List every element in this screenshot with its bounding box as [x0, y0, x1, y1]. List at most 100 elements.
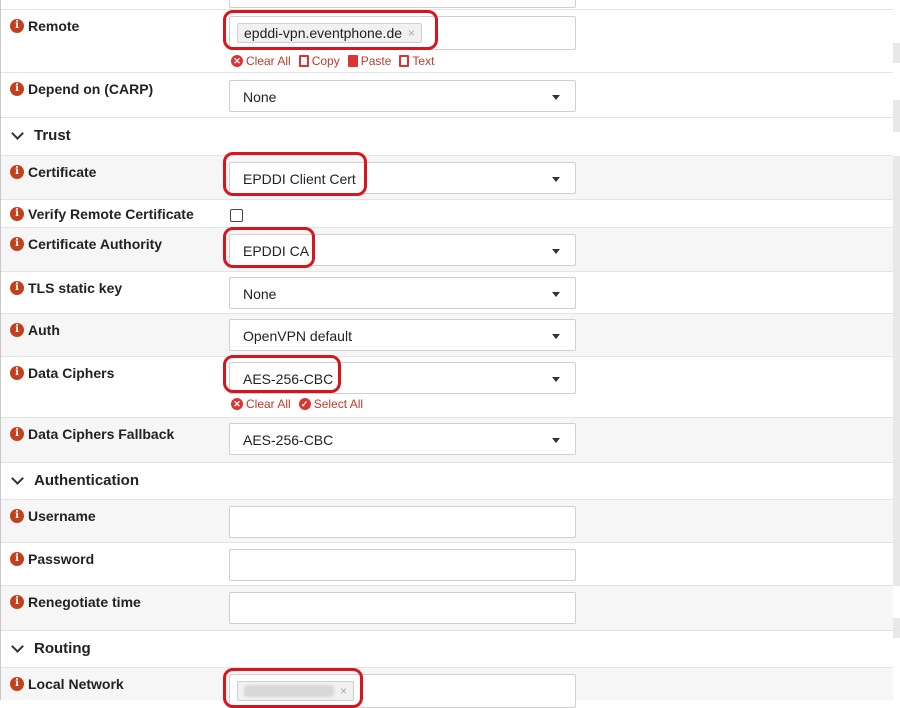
username-input[interactable]	[229, 506, 576, 538]
info-icon[interactable]: i	[10, 677, 24, 691]
info-icon[interactable]: i	[10, 237, 24, 251]
data-ciphers-actions: ✕ Clear All ✓ Select All	[231, 397, 363, 411]
select-all-ciphers-button[interactable]: ✓ Select All	[298, 397, 364, 411]
caret-down-icon	[552, 334, 560, 339]
tls-key-label-text: TLS static key	[28, 280, 123, 296]
remote-label: i Remote	[10, 18, 79, 34]
chevron-down-icon	[11, 472, 24, 485]
previous-row	[1, 0, 893, 9]
tls-key-value: None	[243, 286, 277, 302]
text-file-icon	[399, 55, 410, 67]
clear-all-ciphers-label: Clear All	[246, 397, 291, 411]
clear-all-label: Clear All	[246, 54, 291, 68]
remote-token: epddi-vpn.eventphone.de ×	[237, 23, 423, 43]
info-icon[interactable]: i	[10, 19, 24, 33]
info-icon[interactable]: i	[10, 366, 24, 380]
copy-icon	[298, 55, 309, 67]
info-icon[interactable]: i	[10, 323, 24, 337]
section-routing-label: Routing	[34, 640, 91, 657]
caret-down-icon	[552, 292, 560, 297]
auth-label-text: Auth	[28, 322, 60, 338]
username-label-text: Username	[28, 508, 96, 524]
remove-token-icon[interactable]: ×	[340, 682, 347, 700]
verify-remote-checkbox[interactable]	[230, 209, 243, 222]
paste-label: Paste	[360, 54, 392, 68]
paste-icon	[347, 55, 358, 67]
auth-value: OpenVPN default	[243, 328, 352, 344]
info-icon[interactable]: i	[10, 595, 24, 609]
depend-on-select[interactable]: None	[229, 80, 576, 112]
clear-all-button[interactable]: ✕ Clear All	[231, 54, 291, 68]
paste-button[interactable]: Paste	[347, 54, 392, 68]
verify-remote-label-text: Verify Remote Certificate	[28, 206, 194, 222]
info-icon[interactable]: i	[10, 281, 24, 295]
renegotiate-input[interactable]	[229, 592, 576, 624]
password-label: i Password	[10, 551, 94, 567]
previous-control[interactable]	[229, 0, 576, 8]
row-local-network: i Local Network ×	[1, 667, 893, 708]
row-password: i Password	[1, 542, 893, 585]
section-routing-title: Routing	[11, 640, 91, 657]
cert-authority-label-text: Certificate Authority	[28, 236, 163, 252]
data-ciphers-fallback-label-text: Data Ciphers Fallback	[28, 426, 175, 442]
remove-token-icon[interactable]: ×	[408, 24, 415, 42]
local-network-token: ×	[237, 681, 355, 701]
copy-button[interactable]: Copy	[298, 54, 340, 68]
right-gutter	[893, 0, 900, 700]
clear-all-ciphers-button[interactable]: ✕ Clear All	[231, 397, 291, 411]
renegotiate-label-text: Renegotiate time	[28, 594, 141, 610]
section-trust[interactable]: Trust	[1, 117, 893, 155]
remote-token-text: epddi-vpn.eventphone.de	[244, 25, 403, 41]
caret-down-icon	[552, 249, 560, 254]
cert-authority-value: EPDDI CA	[243, 243, 310, 259]
info-icon[interactable]: i	[10, 509, 24, 523]
auth-select[interactable]: OpenVPN default	[229, 319, 576, 351]
section-trust-label: Trust	[34, 127, 71, 144]
gutter-block	[893, 43, 900, 63]
data-ciphers-value: AES-256-CBC	[243, 371, 334, 387]
row-certificate: i Certificate EPDDI Client Cert	[1, 155, 893, 199]
text-button[interactable]: Text	[399, 54, 434, 68]
caret-down-icon	[552, 95, 560, 100]
caret-down-icon	[552, 177, 560, 182]
tls-key-select[interactable]: None	[229, 277, 576, 309]
tls-key-label: i TLS static key	[10, 280, 122, 296]
cert-authority-label: i Certificate Authority	[10, 236, 162, 252]
certificate-select[interactable]: EPDDI Client Cert	[229, 162, 576, 194]
section-authentication[interactable]: Authentication	[1, 462, 893, 499]
openvpn-settings-form: i Remote epddi-vpn.eventphone.de × ✕ Clea…	[1, 0, 893, 708]
local-network-label-text: Local Network	[28, 676, 124, 692]
info-icon[interactable]: i	[10, 427, 24, 441]
chevron-down-icon	[11, 640, 24, 653]
password-input[interactable]	[229, 549, 576, 581]
row-data-ciphers: i Data Ciphers AES-256-CBC ✕ Clear All ✓ S…	[1, 356, 893, 417]
cert-authority-select[interactable]: EPDDI CA	[229, 234, 576, 266]
data-ciphers-select[interactable]: AES-256-CBC	[229, 362, 576, 394]
row-remote: i Remote epddi-vpn.eventphone.de × ✕ Clea…	[1, 9, 893, 81]
data-ciphers-fallback-value: AES-256-CBC	[243, 432, 334, 448]
info-icon[interactable]: i	[10, 207, 24, 221]
remote-input[interactable]: epddi-vpn.eventphone.de ×	[229, 16, 576, 50]
row-auth: i Auth OpenVPN default	[1, 313, 893, 356]
select-all-ciphers-label: Select All	[313, 397, 364, 411]
text-label: Text	[412, 54, 435, 68]
info-icon[interactable]: i	[10, 552, 24, 566]
remote-label-text: Remote	[28, 18, 80, 34]
row-renegotiate: i Renegotiate time	[1, 585, 893, 630]
gutter-block	[893, 100, 900, 132]
data-ciphers-fallback-select[interactable]: AES-256-CBC	[229, 423, 576, 455]
local-network-input[interactable]: ×	[229, 674, 576, 708]
section-routing[interactable]: Routing	[1, 630, 893, 667]
depend-on-value: None	[243, 89, 277, 105]
auth-label: i Auth	[10, 322, 60, 338]
info-icon[interactable]: i	[10, 165, 24, 179]
depend-on-label: i Depend on (CARP)	[10, 81, 153, 97]
section-authentication-label: Authentication	[34, 472, 139, 489]
caret-down-icon	[552, 438, 560, 443]
x-circle-icon: ✕	[231, 398, 243, 410]
row-tls-key: i TLS static key None	[1, 271, 893, 313]
info-icon[interactable]: i	[10, 82, 24, 96]
row-data-ciphers-fallback: i Data Ciphers Fallback AES-256-CBC	[1, 417, 893, 462]
certificate-label-text: Certificate	[28, 164, 97, 180]
copy-label: Copy	[311, 54, 340, 68]
